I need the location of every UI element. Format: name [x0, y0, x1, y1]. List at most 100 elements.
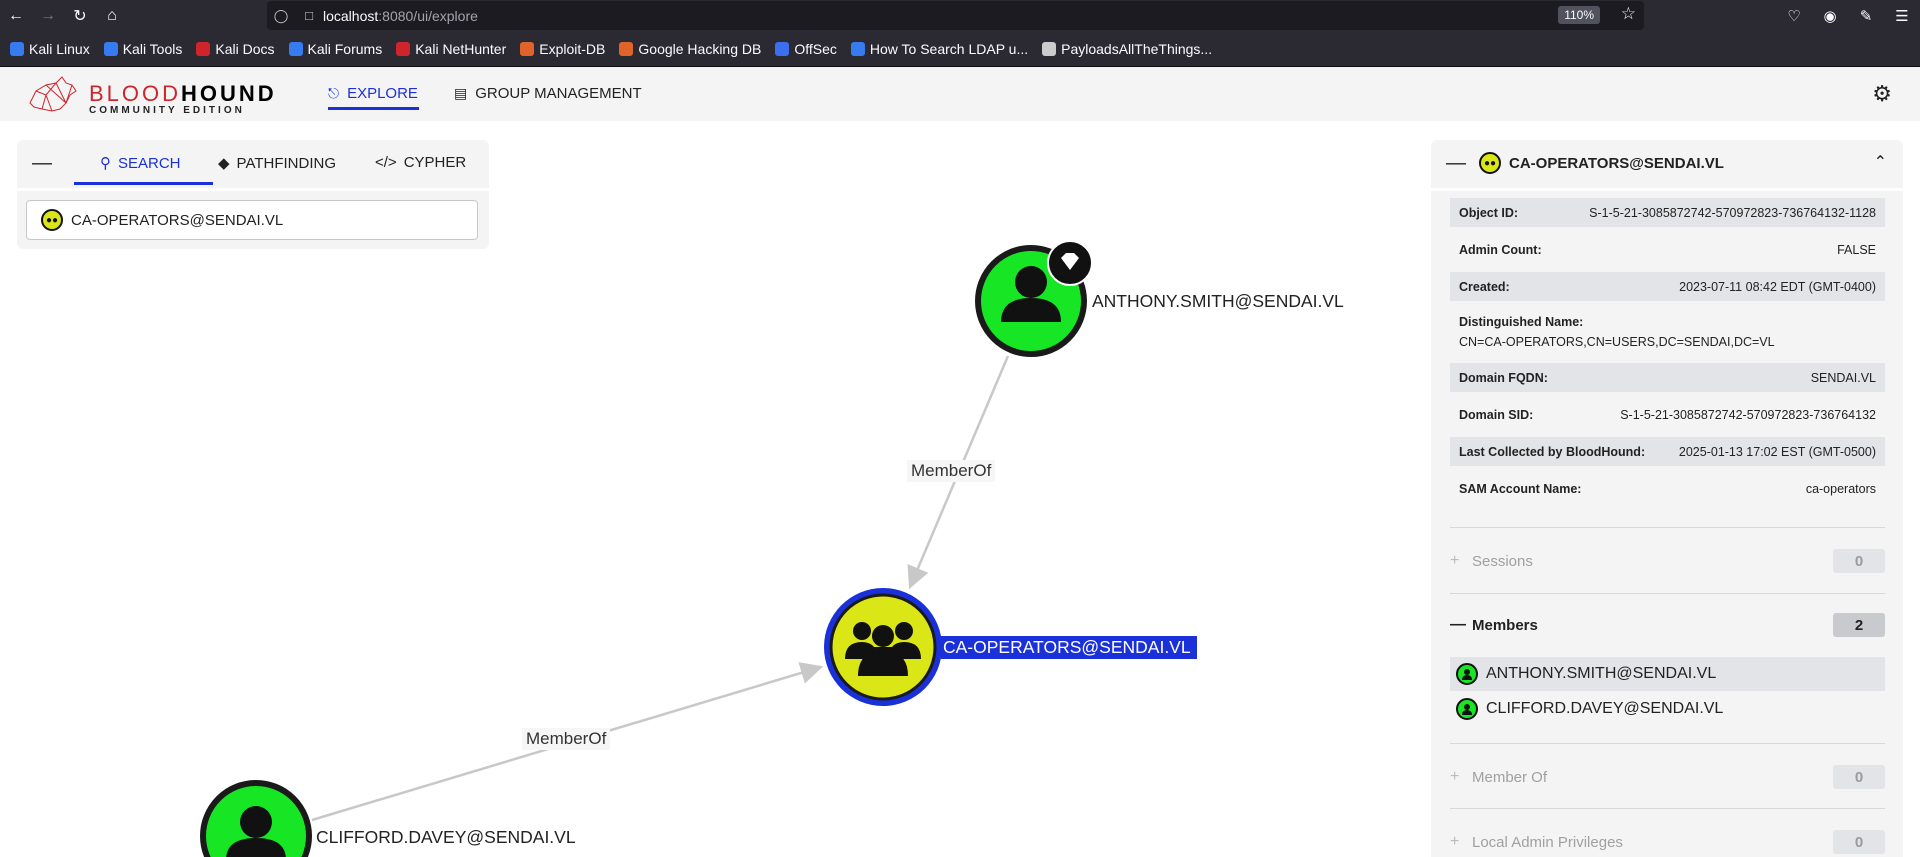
bookmark-item[interactable]: Kali Forums	[288, 41, 382, 57]
app-header: BLOODHOUND COMMUNITY EDITION ⎋ EXPLORE ▤…	[0, 67, 1920, 121]
section-count: 0	[1833, 765, 1885, 789]
divider	[1450, 743, 1885, 744]
prop-sam-account-name: SAM Account Name: ca-operators	[1450, 474, 1885, 503]
user-icon	[1456, 698, 1478, 720]
prop-admin-count: Admin Count: FALSE	[1450, 235, 1885, 264]
graph-node-clifford[interactable]	[200, 780, 312, 857]
tab-search[interactable]: ⚲ SEARCH	[100, 154, 181, 173]
bookmark-item[interactable]: PayloadsAllTheThings...	[1042, 41, 1212, 57]
pocket-icon[interactable]: ♡	[1776, 7, 1812, 25]
prop-created: Created: 2023-07-11 08:42 EDT (GMT-0400)	[1450, 272, 1885, 301]
search-icon: ⚲	[100, 155, 111, 172]
logo-blood: BLOOD	[89, 81, 182, 106]
node-label-ca-operators[interactable]: CA-OPERATORS@SENDAI.VL	[941, 636, 1197, 659]
section-member-of[interactable]: + Member Of 0	[1450, 763, 1885, 791]
chevron-up-icon[interactable]: ⌃	[1874, 152, 1887, 172]
bloodhound-logo[interactable]: BLOODHOUND COMMUNITY EDITION	[26, 73, 274, 117]
section-count: 0	[1833, 830, 1885, 854]
bookmark-label: Google Hacking DB	[638, 40, 762, 57]
minus-icon: —	[1450, 616, 1466, 633]
bookmark-favicon-icon	[520, 41, 535, 56]
search-panel-tabs: — ⚲ SEARCH ◆ PATHFINDING </> CYPHER	[17, 140, 489, 188]
prop-key: Admin Count:	[1459, 242, 1542, 257]
nav-explore[interactable]: ⎋ EXPLORE	[328, 85, 418, 102]
node-label-clifford[interactable]: CLIFFORD.DAVEY@SENDAI.VL	[316, 827, 576, 848]
code-icon: </>	[375, 154, 397, 171]
bookmark-item[interactable]: Kali NetHunter	[396, 41, 506, 57]
bookmark-item[interactable]: Exploit-DB	[520, 41, 605, 57]
bookmark-favicon-icon	[103, 41, 118, 56]
node-label-anthony[interactable]: ANTHONY.SMITH@SENDAI.VL	[1092, 291, 1344, 312]
edge-label-memberof-1[interactable]: MemberOf	[907, 460, 996, 482]
bookmark-item[interactable]: Kali Tools	[103, 40, 183, 57]
tab-cypher[interactable]: </> CYPHER	[375, 154, 466, 171]
bookmark-label: Kali Docs	[215, 40, 275, 57]
bookmark-item[interactable]: OffSec	[775, 41, 837, 57]
section-label: Local Admin Privileges	[1472, 833, 1623, 851]
bookmark-label: Kali NetHunter	[415, 40, 507, 57]
graph-node-anthony[interactable]	[975, 240, 1093, 357]
section-label: Sessions	[1472, 552, 1533, 570]
member-item-anthony[interactable]: ANTHONY.SMITH@SENDAI.VL	[1450, 657, 1885, 691]
edge-label-memberof-2[interactable]: MemberOf	[522, 728, 611, 750]
back-icon[interactable]: ←	[0, 0, 32, 31]
member-item-clifford[interactable]: CLIFFORD.DAVEY@SENDAI.VL	[1450, 692, 1885, 726]
tab-pathfinding[interactable]: ◆ PATHFINDING	[218, 154, 336, 173]
prop-value: S-1-5-21-3085872742-570972823-736764132-…	[1589, 205, 1876, 220]
url-bar[interactable]: ◯ □ localhost:8080/ui/explore 110% ☆	[267, 1, 1644, 30]
reload-icon[interactable]: ↻	[64, 0, 96, 31]
prop-domain-fqdn: Domain FQDN: SENDAI.VL	[1450, 363, 1885, 392]
collapse-search-button[interactable]: —	[32, 152, 52, 175]
divider	[1450, 593, 1885, 594]
group-icon: ●●	[1479, 152, 1501, 174]
bookmark-favicon-icon	[196, 41, 211, 56]
bookmark-favicon-icon	[619, 41, 634, 56]
section-label: Members	[1472, 616, 1538, 634]
extensions-icon[interactable]: ✎	[1848, 7, 1884, 25]
account-icon[interactable]: ◉	[1812, 7, 1848, 25]
logo-subtitle: COMMUNITY EDITION	[89, 105, 245, 116]
bookmark-favicon-icon	[775, 41, 790, 56]
section-local-admin[interactable]: + Local Admin Privileges 0	[1450, 828, 1885, 856]
divider	[1450, 808, 1885, 809]
prop-key: Last Collected by BloodHound:	[1459, 444, 1646, 459]
prop-last-collected: Last Collected by BloodHound: 2025-01-13…	[1450, 437, 1885, 466]
graph-node-ca-operators[interactable]	[824, 588, 942, 706]
tab-cypher-label: CYPHER	[403, 154, 467, 171]
search-input[interactable]: ●● CA-OPERATORS@SENDAI.VL	[26, 200, 478, 240]
forward-icon[interactable]: →	[32, 0, 64, 31]
bookmark-label: Kali Tools	[122, 40, 183, 57]
menu-icon[interactable]: ☰	[1884, 7, 1920, 25]
tab-pathfinding-label: PATHFINDING	[236, 154, 336, 172]
prop-key: Created:	[1459, 279, 1510, 294]
explore-icon: ⎋	[328, 85, 340, 101]
shield-icon[interactable]: ◯	[267, 8, 295, 24]
section-count: 2	[1833, 613, 1885, 637]
prop-key: Distinguished Name:	[1459, 315, 1584, 329]
plus-icon: +	[1450, 552, 1460, 569]
bookmark-item[interactable]: Google Hacking DB	[619, 41, 761, 57]
page-info-icon[interactable]: □	[295, 8, 323, 23]
prop-value: 2023-07-11 08:42 EDT (GMT-0400)	[1679, 279, 1876, 294]
entity-panel-body: Object ID: S-1-5-21-3085872742-570972823…	[1431, 191, 1903, 857]
bookmark-star-icon[interactable]: ☆	[1621, 4, 1636, 24]
collapse-entity-button[interactable]: —	[1446, 152, 1466, 175]
nav-group-label: GROUP MANAGEMENT	[475, 85, 642, 102]
plus-icon: +	[1450, 833, 1460, 850]
tab-search-label: SEARCH	[118, 154, 181, 172]
bookmark-item[interactable]: Kali Linux	[10, 41, 90, 57]
nav-group-management[interactable]: ▤ GROUP MANAGEMENT	[454, 85, 642, 102]
section-sessions[interactable]: + Sessions 0	[1450, 547, 1885, 575]
zoom-level[interactable]: 110%	[1558, 6, 1600, 24]
bookmark-label: Kali Linux	[29, 40, 90, 57]
bookmark-item[interactable]: How To Search LDAP u...	[850, 41, 1028, 57]
search-query-text: CA-OPERATORS@SENDAI.VL	[71, 211, 284, 229]
bookmark-label: Exploit-DB	[539, 40, 606, 57]
section-members[interactable]: — Members 2	[1450, 611, 1885, 639]
gear-icon[interactable]: ⚙	[1872, 81, 1892, 107]
bookmark-item[interactable]: Kali Docs	[196, 40, 275, 57]
member-name: ANTHONY.SMITH@SENDAI.VL	[1486, 665, 1717, 682]
bookmark-label: OffSec	[794, 40, 837, 57]
group-icon: ●●	[41, 209, 63, 231]
home-icon[interactable]: ⌂	[96, 0, 128, 31]
